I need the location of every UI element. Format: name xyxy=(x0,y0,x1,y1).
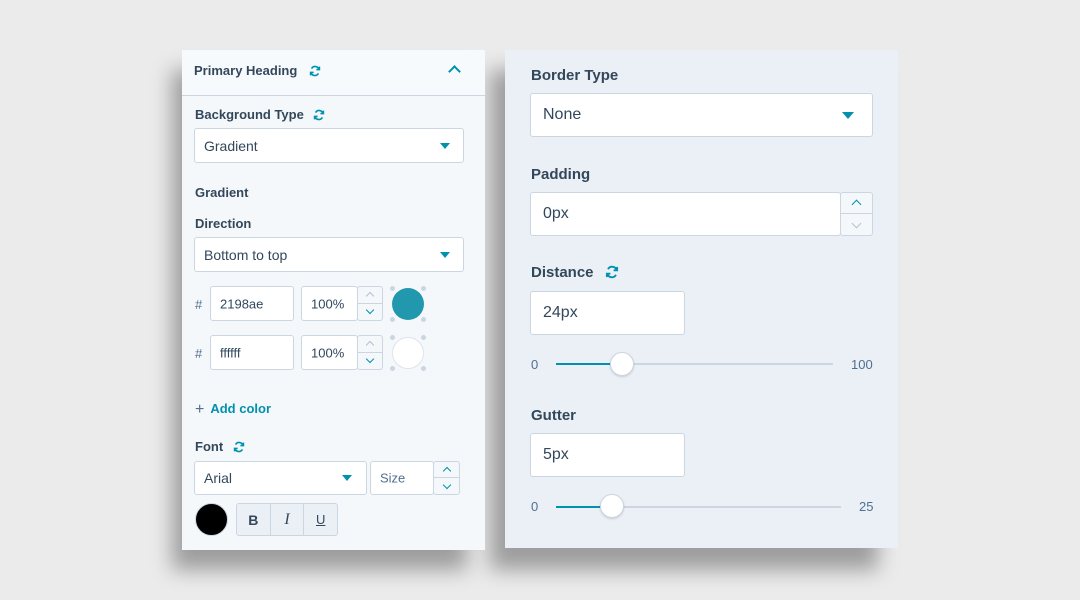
increment-button[interactable] xyxy=(358,287,382,304)
decrement-button[interactable] xyxy=(841,214,872,235)
gutter-input[interactable]: 5px xyxy=(530,433,685,477)
background-type-select[interactable]: Gradient xyxy=(194,128,464,163)
color-swatch[interactable] xyxy=(390,286,426,322)
opacity-stepper[interactable] xyxy=(357,286,383,321)
italic-button[interactable]: I xyxy=(271,504,305,535)
underline-button[interactable]: U xyxy=(304,504,337,535)
resize-handle xyxy=(390,317,395,322)
font-size-input[interactable]: Size xyxy=(370,461,434,495)
resize-handle xyxy=(390,366,395,371)
direction-label: Direction xyxy=(195,216,252,231)
resize-handle xyxy=(390,335,395,340)
gutter-slider-handle[interactable] xyxy=(600,494,624,518)
hash-symbol: # xyxy=(195,297,203,312)
padding-label: Padding xyxy=(531,166,591,183)
slider-min: 0 xyxy=(531,357,539,372)
sync-icon[interactable] xyxy=(605,265,619,279)
caret-down-icon xyxy=(440,251,450,258)
opacity-stepper[interactable] xyxy=(357,335,383,370)
distance-label: Distance xyxy=(531,264,619,281)
decrement-button[interactable] xyxy=(434,478,459,494)
resize-handle xyxy=(421,366,426,371)
resize-handle xyxy=(390,286,395,291)
chevron-up-icon xyxy=(365,292,375,301)
gradient-heading: Gradient xyxy=(195,185,249,200)
decrement-button[interactable] xyxy=(358,353,382,370)
distance-slider-handle[interactable] xyxy=(610,352,634,376)
swatch-fill xyxy=(392,288,424,320)
font-family-select[interactable]: Arial xyxy=(194,461,367,495)
padding-stepper[interactable] xyxy=(840,192,873,236)
padding-input[interactable]: 0px xyxy=(530,192,841,236)
increment-button[interactable] xyxy=(358,336,382,353)
plus-icon: + xyxy=(195,401,205,418)
chevron-down-icon xyxy=(442,480,451,489)
chevron-up-icon xyxy=(365,341,375,350)
caret-down-icon xyxy=(342,475,352,481)
increment-button[interactable] xyxy=(841,193,872,214)
slider-max: 100 xyxy=(851,357,873,372)
chevron-up-icon xyxy=(442,466,451,476)
hex-input[interactable]: ffffff xyxy=(210,335,294,370)
border-type-select[interactable]: None xyxy=(530,93,873,137)
caret-down-icon xyxy=(842,112,854,119)
section-header[interactable]: Primary Heading xyxy=(182,50,485,96)
font-color-swatch[interactable] xyxy=(195,503,228,536)
add-color-button[interactable]: + Add color xyxy=(195,400,271,418)
chevron-up-icon[interactable] xyxy=(448,65,461,78)
background-type-label: Background Type xyxy=(195,107,325,122)
resize-handle xyxy=(421,317,426,322)
font-size-stepper[interactable] xyxy=(433,461,460,495)
increment-button[interactable] xyxy=(434,462,459,478)
chevron-down-icon xyxy=(365,306,375,315)
hex-input[interactable]: 2198ae xyxy=(210,286,294,321)
font-label: Font xyxy=(195,439,245,454)
sync-icon[interactable] xyxy=(309,65,321,77)
border-type-label: Border Type xyxy=(531,67,619,84)
gutter-label: Gutter xyxy=(531,407,576,424)
slider-max: 25 xyxy=(859,499,874,514)
hash-symbol: # xyxy=(195,346,203,361)
sync-icon[interactable] xyxy=(313,109,325,121)
decrement-button[interactable] xyxy=(358,304,382,321)
resize-handle xyxy=(421,335,426,340)
sync-icon[interactable] xyxy=(233,441,245,453)
opacity-input[interactable]: 100% xyxy=(301,335,358,370)
slider-min: 0 xyxy=(531,499,539,514)
caret-down-icon xyxy=(440,142,450,149)
direction-select[interactable]: Bottom to top xyxy=(194,237,464,272)
chevron-down-icon xyxy=(851,218,862,228)
opacity-input[interactable]: 100% xyxy=(301,286,358,321)
text-format-group: B I U xyxy=(236,503,338,536)
color-swatch[interactable] xyxy=(390,335,426,371)
chevron-down-icon xyxy=(365,355,375,364)
section-title: Primary Heading xyxy=(194,63,298,78)
chevron-up-icon xyxy=(851,199,862,210)
swatch-fill xyxy=(392,337,424,369)
resize-handle xyxy=(421,286,426,291)
bold-button[interactable]: B xyxy=(237,504,271,535)
distance-input[interactable]: 24px xyxy=(530,291,685,335)
